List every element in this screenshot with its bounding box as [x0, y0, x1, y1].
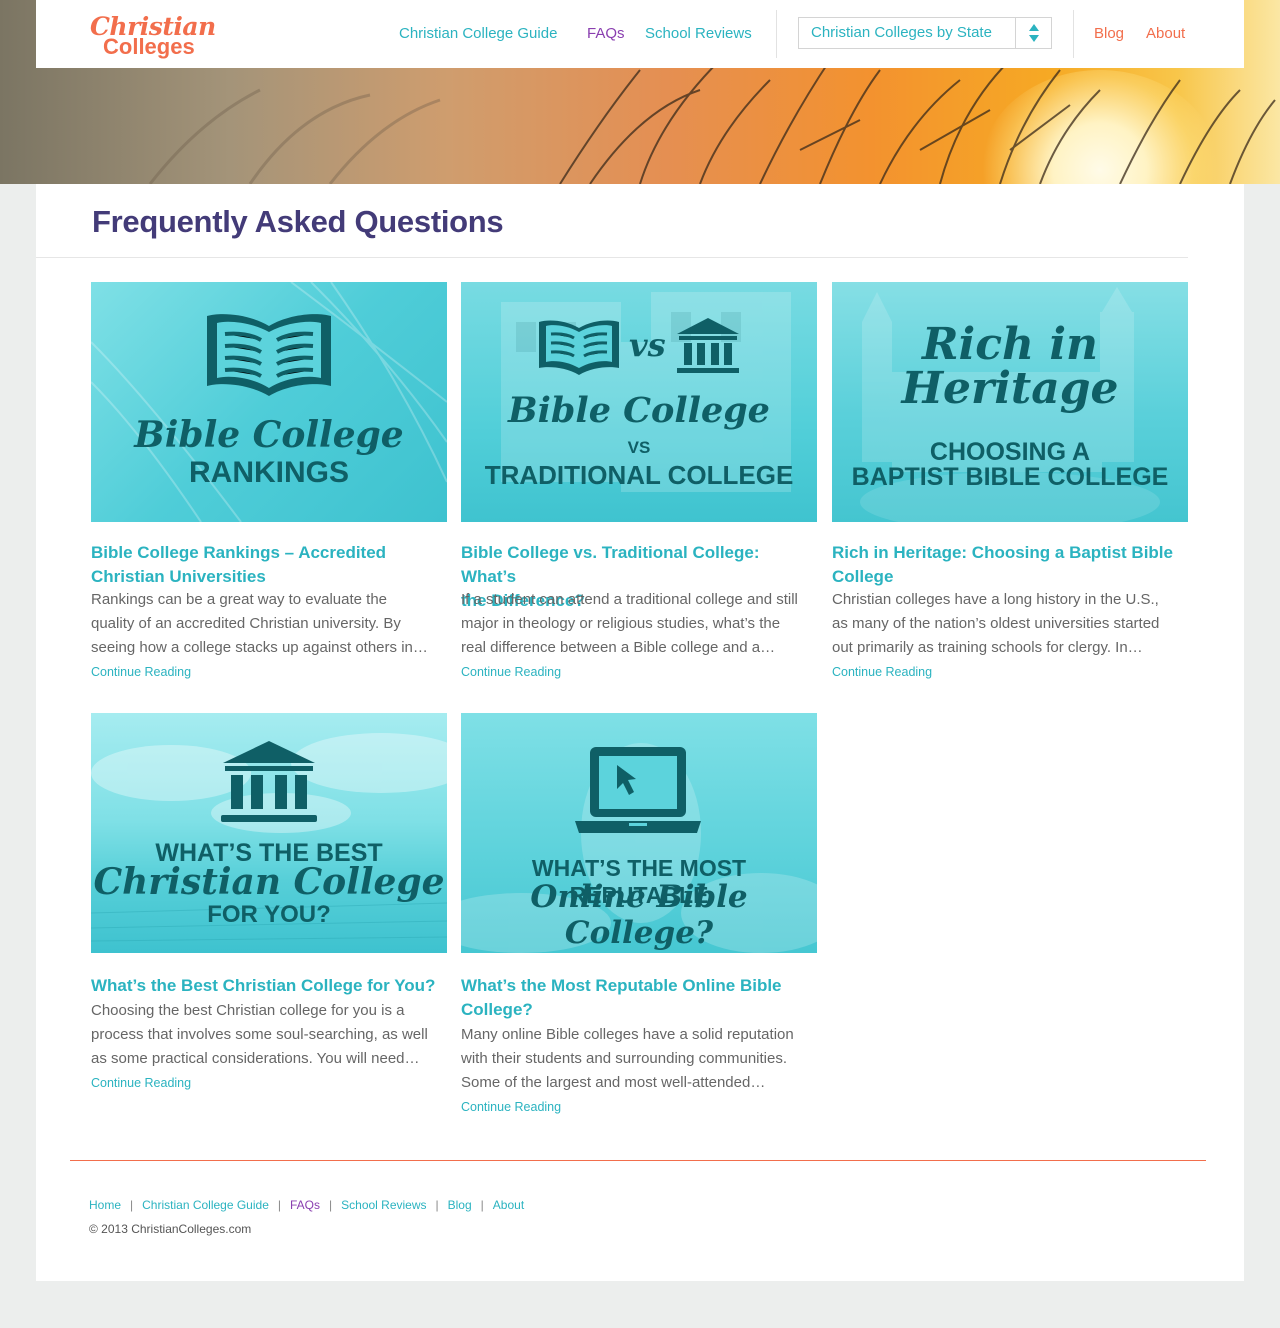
- excerpt-line: seeing how a college stacks up against o…: [91, 639, 428, 656]
- main-content: Frequently Asked Questions Bible College…: [36, 184, 1244, 1281]
- excerpt-line: quality of an accredited Christian unive…: [91, 615, 401, 632]
- excerpt-line: as many of the nation’s oldest universit…: [832, 615, 1160, 632]
- logo-text-line2: Colleges: [103, 34, 195, 59]
- thumb-text-line3: FOR YOU?: [207, 901, 331, 928]
- article-thumbnail[interactable]: WHAT’S THE BEST Christian College FOR YO…: [91, 713, 447, 953]
- thumb-text-line1: Bible College: [508, 390, 770, 431]
- footer-separator: |: [435, 1198, 439, 1212]
- site-logo[interactable]: Christian Colleges: [90, 12, 220, 60]
- footer-link-home[interactable]: Home: [89, 1198, 121, 1212]
- thumb-text-line1: Rich in: [921, 319, 1099, 370]
- excerpt-line: Rankings can be a great way to evaluate …: [91, 591, 388, 608]
- excerpt-line: with their students and surrounding comm…: [461, 1050, 788, 1067]
- thumb-text-line2: Christian College: [93, 861, 445, 903]
- excerpt-line: out primarily as training schools for cl…: [832, 639, 1143, 656]
- title-divider: [36, 257, 1188, 258]
- excerpt-line: process that involves some soul-searchin…: [91, 1026, 428, 1043]
- footer-link-about[interactable]: About: [493, 1198, 524, 1212]
- continue-reading-link[interactable]: Continue Reading: [91, 665, 191, 679]
- article-excerpt: Rankings can be a great way to evaluate …: [91, 588, 451, 660]
- article-excerpt: If a student can attend a traditional co…: [461, 588, 821, 660]
- excerpt-line: real difference between a Bible college …: [461, 639, 776, 656]
- nav-item-blog[interactable]: Blog: [1094, 25, 1124, 42]
- footer-link-faqs[interactable]: FAQs: [290, 1198, 320, 1212]
- article-excerpt: Choosing the best Christian college for …: [91, 999, 451, 1071]
- article-title[interactable]: What’s the Best Christian College for Yo…: [91, 974, 447, 998]
- continue-reading-link[interactable]: Continue Reading: [461, 1100, 561, 1114]
- footer-divider: [70, 1160, 1206, 1161]
- footer-separator: |: [277, 1198, 281, 1212]
- footer-separator: |: [480, 1198, 484, 1212]
- excerpt-line: Choosing the best Christian college for …: [91, 1002, 405, 1019]
- nav-link-reviews[interactable]: School Reviews: [645, 25, 752, 42]
- nav-item-faqs[interactable]: FAQs: [587, 25, 625, 42]
- thumb-text-line4: BAPTIST BIBLE COLLEGE: [851, 463, 1169, 491]
- excerpt-line: as some practical considerations. You wi…: [91, 1050, 420, 1067]
- footer-nav: Home | Christian College Guide | FAQs | School…: [89, 1198, 524, 1212]
- nav-item-about[interactable]: About: [1146, 25, 1185, 42]
- nav-link-about[interactable]: About: [1146, 25, 1185, 42]
- article-title-line2[interactable]: College?: [461, 998, 817, 1022]
- excerpt-line: Many online Bible colleges have a solid …: [461, 1026, 794, 1043]
- footer-link-guide[interactable]: Christian College Guide: [142, 1198, 269, 1212]
- nav-link-faqs[interactable]: FAQs: [587, 25, 625, 42]
- footer-link-blog[interactable]: Blog: [448, 1198, 472, 1212]
- excerpt-line: Some of the largest and most well-attend…: [461, 1074, 766, 1091]
- article-title[interactable]: What’s the Most Reputable Online Bible C…: [461, 974, 817, 1022]
- continue-reading-link[interactable]: Continue Reading: [461, 665, 561, 679]
- copyright-text: © 2013 ChristianColleges.com: [89, 1222, 252, 1236]
- article-thumbnail[interactable]: Bible College RANKINGS: [91, 282, 447, 522]
- laptop-cursor-icon: [575, 747, 701, 833]
- continue-reading-link[interactable]: Continue Reading: [91, 1076, 191, 1090]
- article-title-line1[interactable]: What’s the Most Reputable Online Bible: [461, 974, 817, 998]
- article-title-line1[interactable]: Rich in Heritage: Choosing a Baptist Bib…: [832, 541, 1188, 565]
- thumb-text-line3: TRADITIONAL COLLEGE: [484, 460, 794, 490]
- footer-link-reviews[interactable]: School Reviews: [341, 1198, 426, 1212]
- article-thumbnail[interactable]: WHAT’S THE MOST REPUTABLE Online Bible C…: [461, 713, 817, 953]
- nav-link-blog[interactable]: Blog: [1094, 25, 1124, 42]
- thumb-text-line2: Online Bible College?: [530, 879, 748, 951]
- article-title-line1[interactable]: What’s the Best Christian College for Yo…: [91, 974, 447, 998]
- article-excerpt: Christian colleges have a long history i…: [832, 588, 1192, 660]
- footer-separator: |: [329, 1198, 333, 1212]
- site-header: Christian Colleges Christian College Gui…: [36, 0, 1244, 68]
- thumb-text-line1: Bible College: [134, 414, 404, 456]
- excerpt-line: Christian colleges have a long history i…: [832, 591, 1159, 608]
- footer-separator: |: [130, 1198, 134, 1212]
- excerpt-line: major in theology or religious studies, …: [461, 615, 781, 632]
- article-title-line2[interactable]: Christian Universities: [91, 565, 447, 589]
- nav-divider: [776, 10, 777, 58]
- nav-link-guide[interactable]: Christian College Guide: [399, 25, 557, 42]
- select-arrows-icon[interactable]: [1015, 18, 1051, 48]
- state-select-value: Christian Colleges by State: [811, 24, 992, 41]
- thumb-text-vs: vs: [629, 326, 666, 364]
- article-title-line2[interactable]: College: [832, 565, 1188, 589]
- institution-icon: [221, 741, 317, 822]
- nav-item-reviews[interactable]: School Reviews: [645, 25, 752, 42]
- article-title-line1[interactable]: Bible College vs. Traditional College: W…: [461, 541, 817, 589]
- continue-reading-link[interactable]: Continue Reading: [832, 665, 932, 679]
- nav-item-guide[interactable]: Christian College Guide: [399, 25, 557, 42]
- open-book-icon: [207, 314, 331, 396]
- article-title-line1[interactable]: Bible College Rankings – Accredited: [91, 541, 447, 565]
- article-excerpt: Many online Bible colleges have a solid …: [461, 1023, 821, 1095]
- article-thumbnail[interactable]: Rich in Heritage CHOOSING A BAPTIST BIBL…: [832, 282, 1188, 522]
- article-title[interactable]: Rich in Heritage: Choosing a Baptist Bib…: [832, 541, 1188, 589]
- article-thumbnail[interactable]: vs Bible College VS TRADITIONAL COLLEGE: [461, 282, 817, 522]
- excerpt-line: If a student can attend a traditional co…: [461, 591, 798, 608]
- article-title[interactable]: Bible College Rankings – Accredited Chri…: [91, 541, 447, 589]
- nav-divider: [1073, 10, 1074, 58]
- state-select[interactable]: Christian Colleges by State: [798, 17, 1052, 49]
- thumb-text-line2: RANKINGS: [188, 456, 349, 489]
- thumb-text-line2: Heritage: [901, 363, 1119, 414]
- institution-icon: [677, 318, 739, 373]
- book-icon: [539, 320, 619, 375]
- page-title: Frequently Asked Questions: [92, 204, 504, 239]
- thumb-text-line2: VS: [627, 438, 651, 457]
